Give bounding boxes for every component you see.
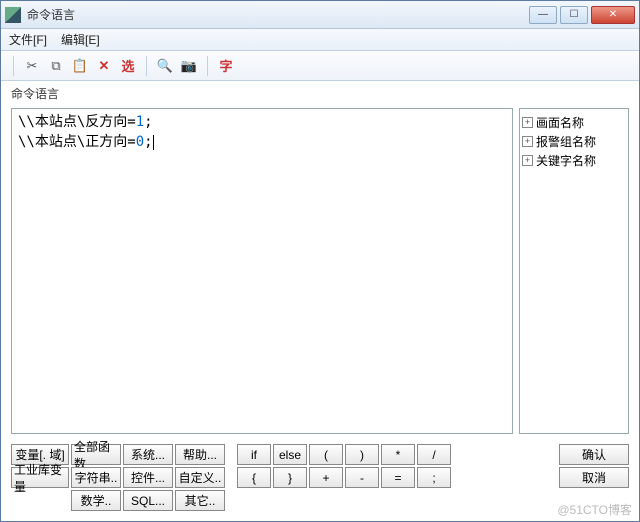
- button-group-left: 变量[. 域] 工业库变量 全部函数 字符串.. 数学.. 系统... 控件..…: [11, 444, 225, 511]
- toolbar: ✂ ⧉ 📋 ✕ 选 🔍 📷 字: [1, 51, 639, 81]
- tree-label: 报警组名称: [536, 133, 596, 150]
- toolbar-sep: [13, 56, 14, 76]
- titlebar: 命令语言 — ☐ ✕: [1, 1, 639, 29]
- control-button[interactable]: 控件...: [123, 467, 173, 488]
- else-button[interactable]: else: [273, 444, 307, 465]
- close-button[interactable]: ✕: [591, 6, 635, 24]
- maximize-button[interactable]: ☐: [560, 6, 588, 24]
- equals-button[interactable]: =: [381, 467, 415, 488]
- industrial-var-button[interactable]: 工业库变量: [11, 467, 69, 488]
- paste-icon[interactable]: 📋: [70, 56, 90, 76]
- semicolon-button[interactable]: ;: [417, 467, 451, 488]
- symbol-grid: if else ( ) * / { } + - = ;: [237, 444, 451, 488]
- minimize-button[interactable]: —: [529, 6, 557, 24]
- rbrace-button[interactable]: }: [273, 467, 307, 488]
- menu-file[interactable]: 文件[F]: [9, 31, 47, 48]
- menu-edit[interactable]: 编辑[E]: [61, 31, 100, 48]
- code-line: \\本站点\正方向=0;: [18, 133, 506, 153]
- menubar: 文件[F] 编辑[E]: [1, 29, 639, 51]
- plus-button[interactable]: +: [309, 467, 343, 488]
- string-button[interactable]: 字符串..: [71, 467, 121, 488]
- code-line: \\本站点\反方向=1;: [18, 113, 506, 133]
- toolbar-sep: [146, 56, 147, 76]
- tree-label: 关键字名称: [536, 152, 596, 169]
- tree-item[interactable]: +画面名称: [522, 113, 626, 132]
- custom-button[interactable]: 自定义..: [175, 467, 225, 488]
- all-functions-button[interactable]: 全部函数: [71, 444, 121, 465]
- find-icon[interactable]: 🔍: [155, 56, 175, 76]
- lbrace-button[interactable]: {: [237, 467, 271, 488]
- copy-icon[interactable]: ⧉: [46, 56, 66, 76]
- camera-icon[interactable]: 📷: [179, 56, 199, 76]
- rparen-button[interactable]: ): [345, 444, 379, 465]
- minus-button[interactable]: -: [345, 467, 379, 488]
- window-title: 命令语言: [27, 6, 529, 23]
- panel-label: 命令语言: [1, 81, 639, 104]
- toolbar-sep: [207, 56, 208, 76]
- delete-icon[interactable]: ✕: [94, 56, 114, 76]
- app-window: 命令语言 — ☐ ✕ 文件[F] 编辑[E] ✂ ⧉ 📋 ✕ 选 🔍 📷 字 命…: [0, 0, 640, 522]
- expand-icon[interactable]: +: [522, 155, 533, 166]
- ok-button[interactable]: 确认: [559, 444, 629, 465]
- tree-label: 画面名称: [536, 114, 584, 131]
- window-buttons: — ☐ ✕: [529, 6, 635, 24]
- system-button[interactable]: 系统...: [123, 444, 173, 465]
- font-button[interactable]: 字: [216, 56, 236, 76]
- tree-item[interactable]: +关键字名称: [522, 151, 626, 170]
- if-button[interactable]: if: [237, 444, 271, 465]
- expand-icon[interactable]: +: [522, 136, 533, 147]
- cancel-button[interactable]: 取消: [559, 467, 629, 488]
- tree-item[interactable]: +报警组名称: [522, 132, 626, 151]
- expand-icon[interactable]: +: [522, 117, 533, 128]
- cut-icon[interactable]: ✂: [22, 56, 42, 76]
- math-button[interactable]: 数学..: [71, 490, 121, 511]
- lparen-button[interactable]: (: [309, 444, 343, 465]
- multiply-button[interactable]: *: [381, 444, 415, 465]
- sql-button[interactable]: SQL...: [123, 490, 173, 511]
- code-editor[interactable]: \\本站点\反方向=1; \\本站点\正方向=0;: [11, 108, 513, 434]
- select-all-button[interactable]: 选: [118, 56, 138, 76]
- help-button[interactable]: 帮助...: [175, 444, 225, 465]
- workarea: \\本站点\反方向=1; \\本站点\正方向=0; +画面名称 +报警组名称 +…: [1, 104, 639, 440]
- divide-button[interactable]: /: [417, 444, 451, 465]
- action-buttons: 确认 取消: [559, 444, 629, 488]
- other-button[interactable]: 其它..: [175, 490, 225, 511]
- bottom-bar: 变量[. 域] 工业库变量 全部函数 字符串.. 数学.. 系统... 控件..…: [1, 440, 639, 521]
- tree-panel: +画面名称 +报警组名称 +关键字名称: [519, 108, 629, 434]
- caret-icon: [153, 135, 154, 150]
- app-icon: [5, 7, 21, 23]
